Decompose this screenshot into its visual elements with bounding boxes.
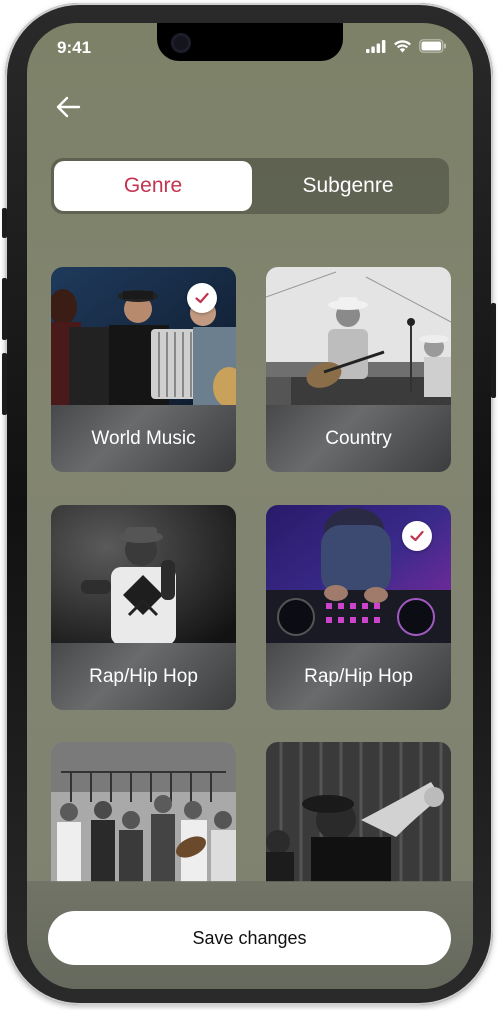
card-label: Rap/Hip Hop: [304, 665, 413, 687]
wifi-icon: [394, 40, 411, 53]
tab-genre[interactable]: Genre: [54, 161, 252, 211]
card-label: Country: [325, 427, 392, 449]
genre-card-world-music[interactable]: World Music: [51, 267, 236, 472]
back-button[interactable]: [53, 91, 85, 123]
selected-check: [187, 283, 217, 313]
power-button: [491, 303, 496, 398]
genre-card-rap-hip-hop-dj[interactable]: Rap/Hip Hop: [266, 505, 451, 710]
back-arrow-icon: [56, 96, 81, 118]
genre-card-country[interactable]: Country: [266, 267, 451, 472]
card-label-area: Rap/Hip Hop: [51, 643, 236, 710]
band-photo: [51, 742, 236, 882]
checkmark-icon: [410, 530, 424, 542]
card-label: Rap/Hip Hop: [89, 665, 198, 687]
status-time: 9:41: [57, 38, 92, 57]
card-label-area: Rap/Hip Hop: [266, 643, 451, 710]
genre-subgenre-toggle: Genre Subgenre: [51, 158, 449, 214]
genre-card-rap-hip-hop[interactable]: Rap/Hip Hop: [51, 505, 236, 710]
save-changes-button[interactable]: Save changes: [48, 911, 451, 965]
rap-hip-hop-photo: [51, 505, 236, 645]
country-photo: [266, 267, 451, 407]
card-label-area: Country: [266, 405, 451, 472]
selected-check: [402, 521, 432, 551]
app-screen: 9:41 Genre Subgenre World Music Country …: [27, 23, 473, 989]
battery-icon: [419, 39, 446, 53]
checkmark-icon: [195, 292, 209, 304]
signal-icon: [366, 39, 386, 53]
mute-switch: [2, 208, 7, 238]
volume-down-button: [2, 353, 7, 415]
saxophone-photo: [266, 742, 451, 882]
card-label: World Music: [91, 427, 196, 449]
status-icons: [366, 39, 447, 53]
tab-subgenre[interactable]: Subgenre: [249, 161, 447, 211]
card-label-area: World Music: [51, 405, 236, 472]
volume-up-button: [2, 278, 7, 340]
front-camera: [171, 33, 191, 53]
notch: [157, 23, 343, 61]
